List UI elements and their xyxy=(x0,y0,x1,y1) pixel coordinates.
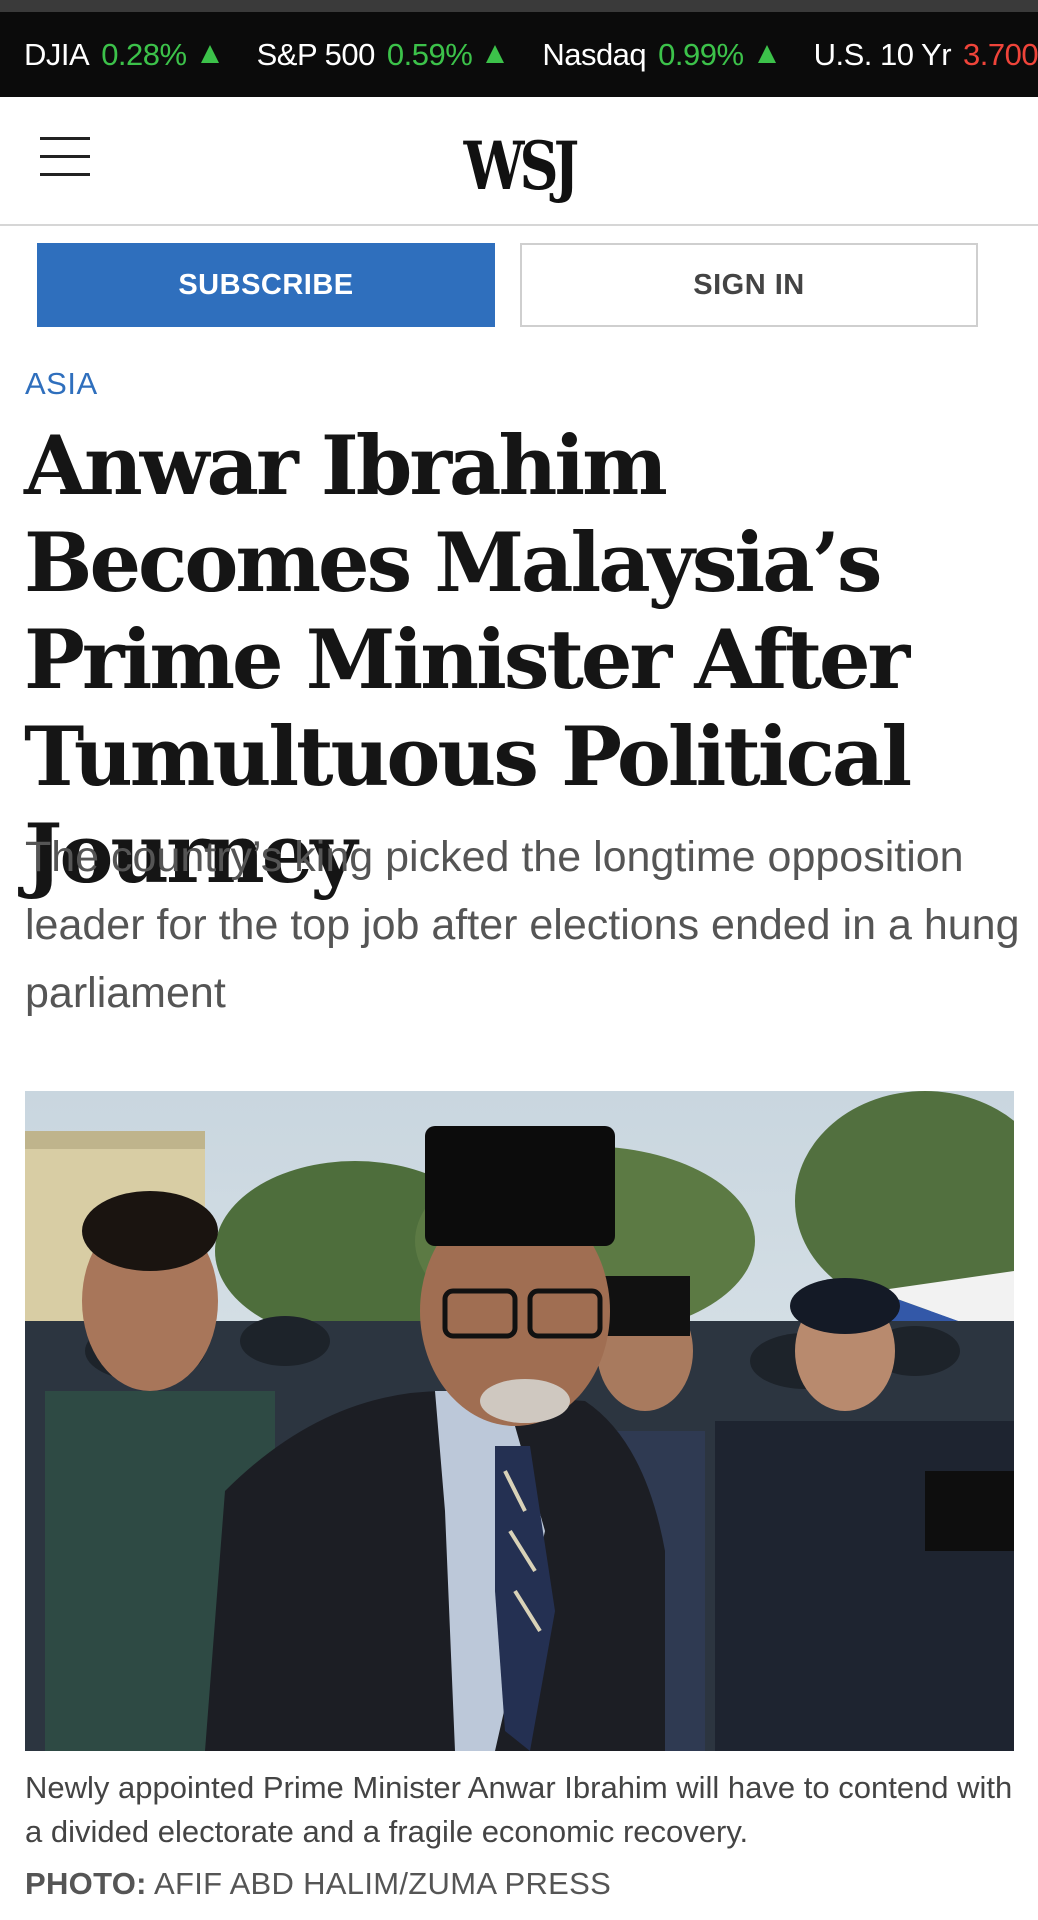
article-photo[interactable] xyxy=(25,1091,1014,1751)
sign-in-button[interactable]: SIGN IN xyxy=(520,243,978,327)
wsj-logo[interactable]: WSJ xyxy=(93,127,944,205)
ticker-value: 3.700% xyxy=(963,36,1038,72)
photo-credit: PHOTO: AFIF ABD HALIM/ZUMA PRESS xyxy=(25,1866,611,1902)
ticker-value: 0.28% xyxy=(101,36,187,72)
market-ticker[interactable]: DJIA 0.28% S&P 500 0.59% Nasdaq 0.99% U.… xyxy=(0,0,1038,97)
section-label[interactable]: ASIA xyxy=(25,366,98,402)
ticker-name: U.S. 10 Yr xyxy=(813,36,952,72)
photo-credit-label: PHOTO: xyxy=(25,1866,147,1901)
arrow-up-icon xyxy=(200,44,219,63)
photo-credit-name: AFIF ABD HALIM/ZUMA PRESS xyxy=(146,1866,612,1901)
ticker-name: DJIA xyxy=(24,36,90,72)
ticker-item-nasdaq[interactable]: Nasdaq 0.99% xyxy=(542,36,776,73)
site-header: WSJ xyxy=(0,97,1038,226)
ticker-value: 0.99% xyxy=(658,36,744,72)
ticker-item-us10yr[interactable]: U.S. 10 Yr 3.700% xyxy=(814,37,1038,73)
arrow-up-icon xyxy=(757,44,776,63)
photo-caption: Newly appointed Prime Minister Anwar Ibr… xyxy=(25,1770,1013,1849)
arrow-up-icon xyxy=(486,44,505,63)
ticker-item-sp500[interactable]: S&P 500 0.59% xyxy=(257,37,505,73)
subscribe-button[interactable]: SUBSCRIBE xyxy=(37,243,495,327)
ticker-name: S&P 500 xyxy=(256,36,376,72)
hamburger-menu-icon[interactable] xyxy=(40,137,90,177)
ticker-value: 0.59% xyxy=(386,36,473,72)
photo-illustration xyxy=(25,1091,1014,1751)
ticker-item-djia[interactable]: DJIA 0.28% xyxy=(24,37,219,73)
article-dek: The country’s king picked the longtime o… xyxy=(25,833,1020,1017)
ticker-name: Nasdaq xyxy=(542,36,647,72)
